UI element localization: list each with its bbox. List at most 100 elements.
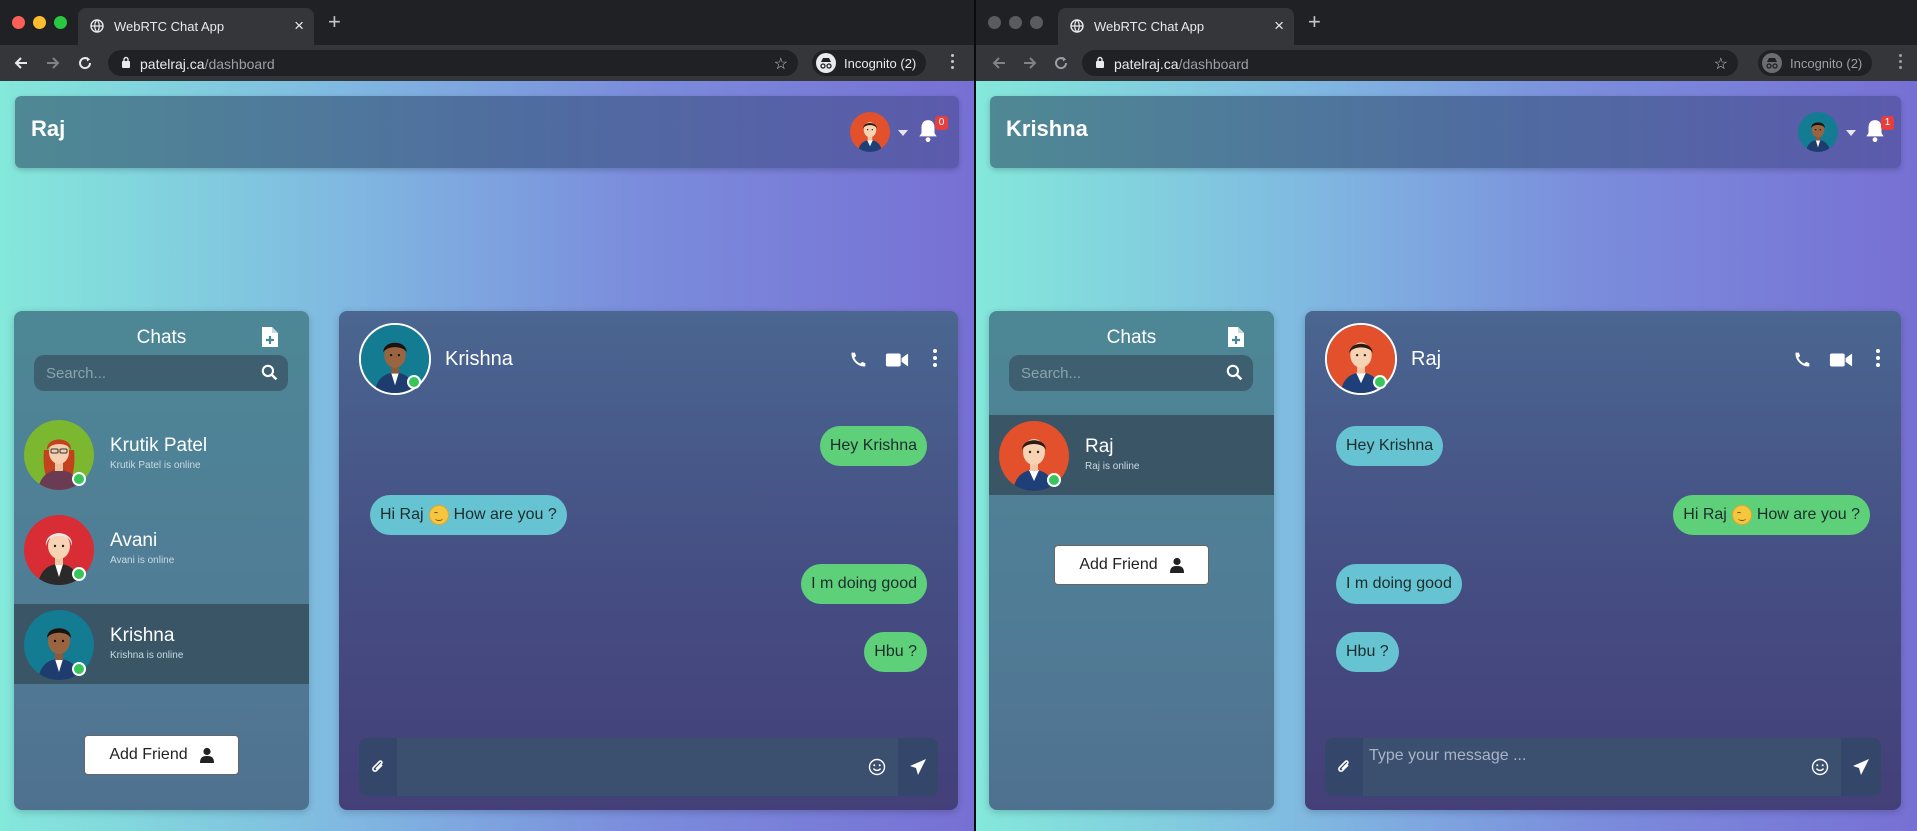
- contact-item-active[interactable]: Raj Raj is online: [989, 415, 1274, 495]
- incognito-indicator[interactable]: Incognito (2): [812, 50, 927, 76]
- close-icon[interactable]: ×: [1274, 16, 1284, 36]
- add-friend-label: Add Friend: [109, 746, 188, 763]
- message-input[interactable]: [1369, 744, 1811, 768]
- address-bar[interactable]: patelraj.ca/dashboard ☆: [1082, 50, 1738, 76]
- url-path: /dashboard: [1178, 56, 1249, 72]
- user-icon: [1169, 557, 1184, 573]
- notification-badge: 1: [1881, 116, 1894, 130]
- phone-icon[interactable]: [1791, 349, 1813, 371]
- minimize-window-button[interactable]: [1009, 16, 1022, 29]
- chat-menu-icon[interactable]: [932, 349, 938, 367]
- message-text: I m doing good: [811, 575, 917, 592]
- tab-title: WebRTC Chat App: [114, 19, 225, 34]
- address-bar[interactable]: patelraj.ca/dashboard ☆: [108, 50, 798, 76]
- search-icon[interactable]: [261, 364, 278, 381]
- chat-contact-name: Krishna: [445, 348, 513, 370]
- online-dot: [1373, 375, 1387, 389]
- search-box[interactable]: Search...: [34, 355, 288, 391]
- incognito-icon: [1762, 53, 1782, 73]
- online-dot: [72, 472, 86, 486]
- reload-icon[interactable]: [1050, 52, 1072, 74]
- window-controls: [988, 16, 1043, 29]
- add-friend-button[interactable]: Add Friend: [1054, 545, 1209, 585]
- chevron-down-icon[interactable]: [1846, 130, 1856, 136]
- add-friend-label: Add Friend: [1079, 556, 1158, 573]
- phone-icon[interactable]: [847, 349, 869, 371]
- search-input[interactable]: Search...: [1021, 365, 1081, 382]
- forward-icon[interactable]: [42, 52, 64, 74]
- search-icon[interactable]: [1226, 364, 1243, 381]
- message-composer: [1325, 738, 1881, 796]
- search-input[interactable]: Search...: [46, 365, 106, 382]
- contact-item[interactable]: Avani Avani is online: [14, 509, 309, 589]
- send-icon[interactable]: [1841, 738, 1881, 796]
- contact-name: Krutik Patel: [110, 435, 208, 456]
- url-text: patelraj.ca/dashboard: [140, 56, 275, 72]
- message-input[interactable]: [403, 744, 868, 768]
- app-page: Krishna 1 Chats Search... Raj Raj is onl…: [976, 81, 1917, 831]
- close-window-button[interactable]: [988, 16, 1001, 29]
- user-name: Raj: [31, 116, 66, 141]
- browser-tab[interactable]: WebRTC Chat App ×: [78, 8, 314, 45]
- paperclip-icon[interactable]: [359, 738, 397, 796]
- message-bubble-received: I m doing good: [1336, 564, 1462, 604]
- contact-item[interactable]: Krutik Patel Krutik Patel is online: [14, 414, 309, 494]
- browser-menu-icon[interactable]: [1897, 54, 1903, 72]
- message-text: Hbu ?: [1346, 643, 1389, 660]
- user-icon: [199, 747, 214, 763]
- online-dot: [1047, 473, 1061, 487]
- search-box[interactable]: Search...: [1009, 355, 1253, 391]
- video-call-icon[interactable]: [1829, 349, 1853, 371]
- add-friend-button[interactable]: Add Friend: [84, 735, 239, 775]
- contact-status: Krishna is online: [110, 650, 184, 661]
- chat-menu-icon[interactable]: [1875, 349, 1881, 367]
- message-bubble-sent: Hi Raj How are you ?: [1673, 495, 1870, 535]
- new-chat-icon[interactable]: [260, 327, 278, 347]
- contact-item-active[interactable]: Krishna Krishna is online: [14, 604, 309, 684]
- url-path: /dashboard: [204, 56, 275, 72]
- user-name: Krishna: [1006, 116, 1088, 141]
- globe-icon: [90, 19, 104, 33]
- browser-toolbar: patelraj.ca/dashboard ☆ Incognito (2): [0, 45, 974, 81]
- new-tab-icon[interactable]: +: [328, 11, 341, 33]
- notification-badge: 0: [935, 116, 948, 130]
- globe-icon: [1070, 19, 1084, 33]
- message-text: How are you ?: [1756, 506, 1860, 523]
- chats-sidebar: Chats Search... Krutik Patel Krutik Pate…: [14, 311, 309, 810]
- chevron-down-icon[interactable]: [898, 130, 908, 136]
- app-header: Krishna 1: [990, 96, 1901, 168]
- incognito-indicator[interactable]: Incognito (2): [1758, 50, 1873, 76]
- contact-status: Avani is online: [110, 555, 175, 566]
- minimize-window-button[interactable]: [33, 16, 46, 29]
- maximize-window-button[interactable]: [1030, 16, 1043, 29]
- close-window-button[interactable]: [12, 16, 25, 29]
- paperclip-icon[interactable]: [1325, 738, 1363, 796]
- tab-strip: WebRTC Chat App × +: [976, 0, 1917, 45]
- new-tab-icon[interactable]: +: [1308, 11, 1321, 33]
- browser-tab[interactable]: WebRTC Chat App ×: [1058, 8, 1294, 45]
- emoji-picker-icon[interactable]: [868, 758, 886, 776]
- contact-status: Krutik Patel is online: [110, 460, 201, 471]
- new-chat-icon[interactable]: [1226, 327, 1244, 347]
- profile-avatar[interactable]: [1798, 112, 1838, 152]
- emoji-picker-icon[interactable]: [1811, 758, 1829, 776]
- reload-icon[interactable]: [74, 52, 96, 74]
- message-text: Hi Raj: [380, 506, 424, 523]
- bookmark-star-icon[interactable]: ☆: [1714, 54, 1728, 74]
- incognito-label: Incognito (2): [1790, 55, 1863, 71]
- chat-contact-name: Raj: [1411, 348, 1442, 370]
- bookmark-star-icon[interactable]: ☆: [774, 54, 788, 74]
- video-call-icon[interactable]: [885, 349, 909, 371]
- forward-icon[interactable]: [1019, 52, 1041, 74]
- back-icon[interactable]: [10, 52, 32, 74]
- back-icon[interactable]: [988, 52, 1010, 74]
- lock-icon: [1096, 56, 1104, 68]
- maximize-window-button[interactable]: [54, 16, 67, 29]
- message-text: Hi Raj: [1683, 506, 1727, 523]
- profile-avatar[interactable]: [850, 112, 890, 152]
- browser-toolbar: patelraj.ca/dashboard ☆ Incognito (2): [976, 45, 1917, 81]
- browser-menu-icon[interactable]: [949, 54, 955, 72]
- chat-panel: Raj Hey Krishna Hi Raj How are you ? I m …: [1305, 311, 1901, 810]
- send-icon[interactable]: [898, 738, 938, 796]
- close-icon[interactable]: ×: [294, 16, 304, 36]
